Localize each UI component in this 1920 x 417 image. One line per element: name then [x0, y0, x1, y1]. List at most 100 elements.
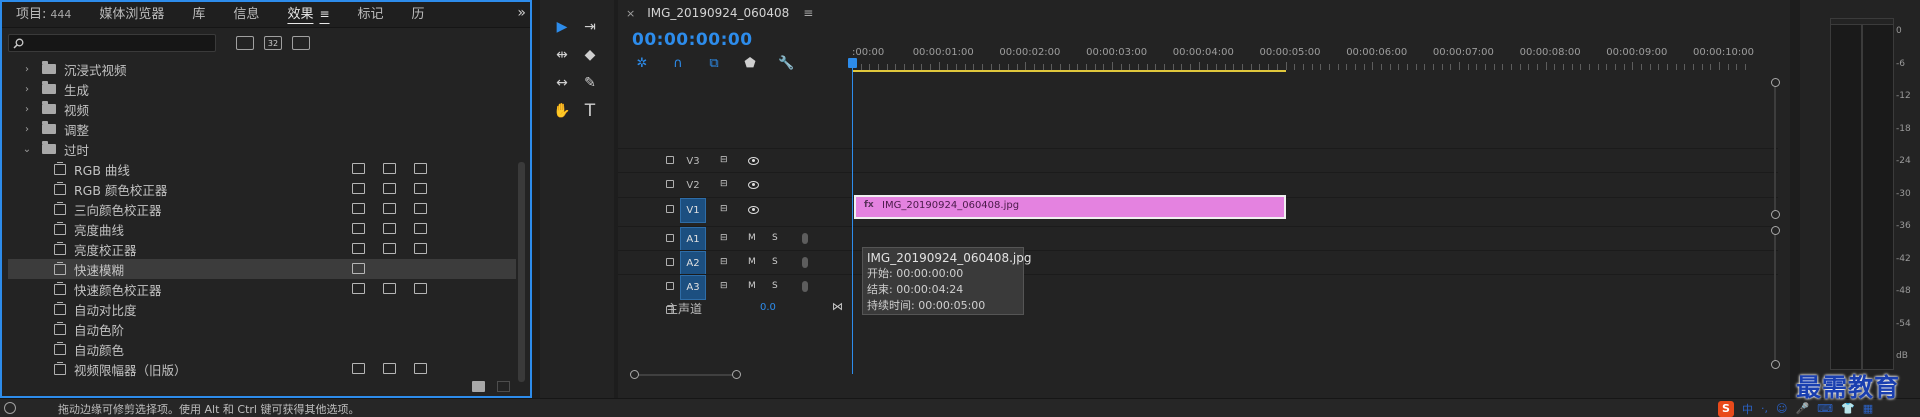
zoom-knob-right[interactable]: [732, 370, 741, 379]
sync-lock-icon[interactable]: ⊟: [720, 257, 728, 267]
effect-item[interactable]: 亮度校正器: [8, 239, 516, 259]
chevron-right-icon[interactable]: ›: [20, 124, 34, 135]
effect-item[interactable]: 自动色阶: [8, 319, 516, 339]
delete-icon[interactable]: [497, 381, 510, 392]
microphone-icon[interactable]: [802, 281, 808, 292]
chevron-right-icon[interactable]: ›: [20, 84, 34, 95]
more-tabs-icon[interactable]: »: [517, 5, 526, 21]
playhead-line[interactable]: [852, 58, 853, 374]
tab-libraries[interactable]: 库: [178, 2, 219, 28]
new-bin-icon[interactable]: [472, 381, 485, 392]
effects-search-box[interactable]: [8, 34, 216, 52]
master-volume[interactable]: 0.0: [760, 302, 776, 313]
track-target[interactable]: V3: [680, 149, 706, 174]
lock-icon[interactable]: [666, 180, 674, 188]
lock-icon[interactable]: [666, 282, 674, 290]
effect-item[interactable]: 快速模糊: [8, 259, 516, 279]
master-bowtie-icon[interactable]: ⋈: [832, 300, 843, 313]
timeline-tab[interactable]: × IMG_20190924_060408 ≡: [618, 0, 1790, 26]
track-select-tool-icon[interactable]: ⇥: [578, 16, 602, 38]
nest-icon[interactable]: ✲: [634, 56, 650, 71]
audio-scroll-knob-top[interactable]: [1771, 226, 1780, 235]
timeline-clip[interactable]: fx IMG_20190924_060408.jpg: [854, 195, 1286, 219]
lock-icon[interactable]: [666, 234, 674, 242]
master-lock-icon[interactable]: [666, 306, 674, 314]
razor-tool-icon[interactable]: ◆: [578, 44, 602, 66]
snap-icon[interactable]: ∩: [670, 56, 686, 71]
playhead-timecode[interactable]: 00:00:00:00: [632, 30, 753, 50]
track-target[interactable]: A2: [680, 251, 706, 276]
ime-mode[interactable]: 中: [1742, 401, 1753, 417]
effect-folder[interactable]: ⌄ 过时: [8, 139, 516, 159]
work-area-bar[interactable]: [852, 70, 1286, 72]
eye-icon[interactable]: [748, 157, 759, 165]
sync-lock-icon[interactable]: ⊟: [720, 204, 728, 214]
effects-search-input[interactable]: [28, 36, 208, 50]
chevron-right-icon[interactable]: ›: [20, 104, 34, 115]
sync-lock-icon[interactable]: ⊟: [720, 179, 728, 189]
solo-button[interactable]: S: [772, 257, 778, 267]
tab-project[interactable]: 项目: 444: [2, 2, 85, 28]
zoom-knob-left[interactable]: [630, 370, 639, 379]
solo-button[interactable]: S: [772, 281, 778, 291]
mute-button[interactable]: M: [748, 281, 756, 291]
effects-scrollbar[interactable]: [518, 162, 525, 382]
track-target[interactable]: A1: [680, 227, 706, 252]
chevron-down-icon[interactable]: ⌄: [20, 144, 34, 155]
effect-folder[interactable]: › 沉浸式视频: [8, 59, 516, 79]
ime-logo-icon[interactable]: S: [1718, 400, 1734, 417]
lock-icon[interactable]: [666, 156, 674, 164]
effect-item[interactable]: 亮度曲线: [8, 219, 516, 239]
video-track-scrollbar[interactable]: [1774, 82, 1776, 212]
effect-item[interactable]: 自动对比度: [8, 299, 516, 319]
tab-info[interactable]: 信息: [219, 2, 273, 28]
eye-icon[interactable]: [748, 181, 759, 189]
audio-track-scrollbar[interactable]: [1774, 232, 1776, 364]
close-icon[interactable]: ×: [626, 7, 635, 20]
video-scroll-knob-top[interactable]: [1771, 78, 1780, 87]
ripple-edit-tool-icon[interactable]: ⇹: [550, 44, 574, 66]
effect-item[interactable]: 自动颜色: [8, 339, 516, 359]
effect-folder[interactable]: › 生成: [8, 79, 516, 99]
track-target[interactable]: V2: [680, 173, 706, 198]
32bit-color-icon[interactable]: 32: [264, 36, 282, 50]
lock-icon[interactable]: [666, 205, 674, 213]
tab-media-browser[interactable]: 媒体浏览器: [85, 2, 178, 28]
yuv-effects-icon[interactable]: [292, 36, 310, 50]
linked-selection-icon[interactable]: ⧉: [706, 56, 722, 71]
hand-tool-icon[interactable]: ✋: [550, 100, 574, 122]
mute-button[interactable]: M: [748, 233, 756, 243]
track-lane[interactable]: [854, 149, 1778, 174]
eye-icon[interactable]: [748, 206, 759, 214]
audio-scroll-knob-bottom[interactable]: [1771, 360, 1780, 369]
mute-button[interactable]: M: [748, 257, 756, 267]
wrench-icon[interactable]: 🔧: [778, 56, 794, 71]
effect-item[interactable]: RGB 颜色校正器: [8, 179, 516, 199]
add-marker-icon[interactable]: ⬟: [742, 56, 758, 71]
tab-history[interactable]: 历: [398, 2, 439, 28]
accelerated-effects-icon[interactable]: [236, 36, 254, 50]
effect-item[interactable]: RGB 曲线: [8, 159, 516, 179]
pen-tool-icon[interactable]: ✎: [578, 72, 602, 94]
track-target[interactable]: A3: [680, 275, 706, 300]
zoom-scrollbar[interactable]: [634, 374, 738, 376]
sync-lock-icon[interactable]: ⊟: [720, 233, 728, 243]
track-target[interactable]: V1: [680, 198, 706, 223]
effect-item[interactable]: 视频限幅器（旧版）: [8, 359, 516, 379]
panel-menu-icon[interactable]: ≡: [319, 7, 329, 21]
lock-icon[interactable]: [666, 258, 674, 266]
chevron-right-icon[interactable]: ›: [20, 64, 34, 75]
microphone-icon[interactable]: [802, 233, 808, 244]
selection-tool-icon[interactable]: ▶: [550, 16, 574, 38]
effect-item[interactable]: 三向颜色校正器: [8, 199, 516, 219]
solo-button[interactable]: S: [772, 233, 778, 243]
ime-emoji-icon[interactable]: ☺: [1776, 402, 1787, 415]
effect-item[interactable]: 快速颜色校正器: [8, 279, 516, 299]
tab-effects[interactable]: 效果 ≡: [273, 1, 343, 28]
effect-folder[interactable]: › 视频: [8, 99, 516, 119]
sync-lock-icon[interactable]: ⊟: [720, 281, 728, 291]
microphone-icon[interactable]: [802, 257, 808, 268]
type-tool-icon[interactable]: T: [578, 100, 602, 122]
time-ruler[interactable]: :00:00 00:00:01:00 00:00:02:00 00:00:03:00 0…: [852, 40, 1812, 72]
ime-punct[interactable]: ·,: [1761, 402, 1768, 415]
